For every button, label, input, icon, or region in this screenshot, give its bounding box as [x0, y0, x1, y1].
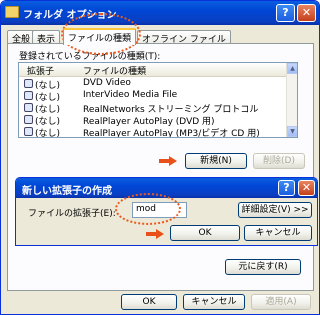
column-header-file-type[interactable]: ファイルの種類	[83, 64, 146, 77]
help-button[interactable]: ?	[276, 4, 295, 22]
registered-types-label: 登録されているファイルの種類(T):	[19, 52, 161, 62]
list-item[interactable]: (なし) RealPlayer AutoPlay (DVD 用)	[19, 114, 287, 127]
apply-button[interactable]: 適用(A)	[251, 294, 311, 310]
list-header: 拡張子 ファイルの種類	[19, 63, 287, 77]
advanced-button[interactable]: 詳細設定(V) >>	[238, 202, 312, 218]
delete-button[interactable]: 削除(D)	[253, 153, 305, 169]
new-extension-dialog: 新しい拡張子の作成 ? ✕ ファイルの拡張子(E): mod 詳細設定(V) >…	[15, 177, 318, 246]
file-type-icon	[24, 91, 33, 100]
extension-input[interactable]: mod	[132, 202, 187, 218]
tab-file-types[interactable]: ファイルの種類	[63, 28, 137, 45]
list-item[interactable]: (なし) RealPlayer AutoPlay (MP3/ビデオ CD 用)	[19, 126, 287, 138]
file-type-icon	[24, 127, 33, 136]
list-item[interactable]: (なし) RealNetworks ストリーミング プロトコル	[19, 102, 287, 115]
window-title: フォルダ オプション	[23, 10, 117, 21]
tab-strip: 全般 表示 ファイルの種類 オフライン ファイル	[7, 28, 317, 45]
row-file-type: DVD Video	[83, 78, 131, 88]
file-type-icon	[24, 115, 33, 124]
close-button[interactable]: ✕	[297, 4, 316, 22]
new-button[interactable]: 新規(N)	[185, 153, 247, 169]
file-types-list[interactable]: 拡張子 ファイルの種類 (なし) DVD Video (なし) InterVid…	[18, 62, 298, 138]
title-bar[interactable]: フォルダ オプション ? ✕	[1, 1, 319, 25]
file-type-icon	[24, 103, 33, 112]
scroll-down-icon[interactable]: ▼	[287, 126, 297, 137]
dialog-title-bar[interactable]: 新しい拡張子の作成 ? ✕	[16, 178, 317, 198]
dialog-title: 新しい拡張子の作成	[22, 186, 112, 197]
annotation-arrow-icon	[146, 229, 164, 239]
folder-options-window: フォルダ オプション ? ✕ 全般 表示 ファイルの種類 オフライン ファイル …	[0, 0, 320, 315]
column-header-extension[interactable]: 拡張子	[27, 64, 54, 77]
list-item[interactable]: (なし) InterVideo Media File	[19, 90, 287, 103]
tab-view[interactable]: 表示	[32, 30, 61, 45]
tab-offline-files[interactable]: オフライン ファイル	[137, 30, 231, 45]
row-extension: (なし)	[35, 129, 61, 138]
row-file-type: RealPlayer AutoPlay (MP3/ビデオ CD 用)	[83, 129, 260, 138]
folder-icon	[5, 6, 19, 18]
list-item[interactable]: (なし) DVD Video	[19, 78, 287, 91]
list-scrollbar[interactable]: ▲ ▼	[286, 63, 297, 137]
tab-general[interactable]: 全般	[7, 30, 36, 45]
dialog-ok-button[interactable]: OK	[170, 225, 240, 241]
row-file-type: InterVideo Media File	[83, 90, 178, 100]
cancel-button[interactable]: キャンセル	[183, 294, 245, 310]
restore-button[interactable]: 元に戻す(R)	[225, 259, 301, 275]
extension-field-label: ファイルの拡張子(E):	[28, 209, 116, 219]
dialog-cancel-button[interactable]: キャンセル	[244, 225, 312, 241]
dialog-help-button[interactable]: ?	[278, 180, 295, 196]
scroll-up-icon[interactable]: ▲	[287, 63, 297, 74]
dialog-close-button[interactable]: ✕	[298, 180, 315, 196]
annotation-arrow-icon	[159, 156, 177, 166]
file-type-icon	[24, 79, 33, 88]
ok-button[interactable]: OK	[121, 294, 177, 310]
